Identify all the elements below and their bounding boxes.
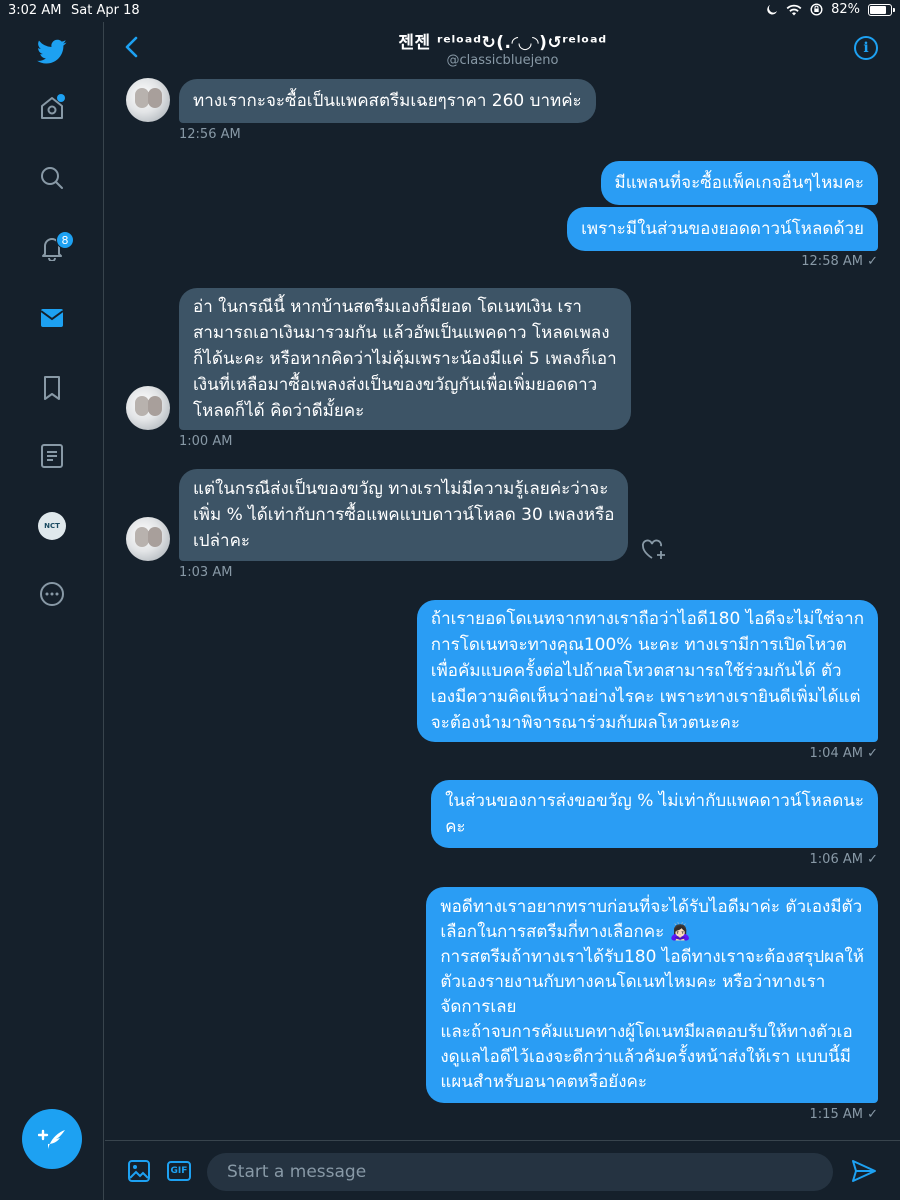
image-icon[interactable]: [127, 1159, 151, 1183]
message-bubble-outgoing[interactable]: ถ้าเรายอดโดเนทจากทางเราถือว่าไอดี180 ไอด…: [416, 600, 878, 742]
message-line: และถ้าจบการคัมแบคทางผู้โดเนทมีผลตอบรับให…: [440, 1022, 853, 1042]
message-line: เงินที่เหลือมาซื้อเพลงส่งเป็นของขวัญกันเ…: [193, 375, 598, 395]
message-bubble-incoming[interactable]: ทางเรากะจะซื้อเป็นแพคสตรีมเฉยๆราคา 260 บ…: [179, 79, 596, 123]
info-icon[interactable]: i: [854, 36, 878, 60]
message-line: การโดเนทจะทางคุณ100% นะคะ ทางเรามีการเปิ…: [430, 635, 847, 655]
battery-icon: [868, 3, 895, 16]
message-line: เพิ่ม % ได้เท่ากับการซื้อแพคแบบดาวน์โหลด…: [193, 505, 615, 525]
list-icon: [41, 444, 63, 468]
message-line: การสตรีมถ้าทางเราได้รับ180 ไอดีทางเราจะต…: [440, 947, 864, 967]
conversation-title: 젠젠 ʳᵉˡᵒᵃᵈ↻(.◜◡◝)↺ʳᵉˡᵒᵃᵈ: [398, 33, 607, 53]
battery-fill: [870, 5, 886, 14]
bookmark-icon: [44, 376, 60, 400]
send-icon[interactable]: [851, 1159, 877, 1183]
message-bubble-incoming[interactable]: อ่า ในกรณีนี้ หากบ้านสตรีมเองก็มียอด โดเ…: [179, 288, 631, 430]
message-line: จะต้องนำมาพิจารณาร่วมกับผลโหวตนะคะ: [430, 713, 741, 733]
rotation-lock-icon: [810, 3, 823, 16]
status-bar: 3:02 AM Sat Apr 18 82%: [0, 0, 900, 22]
message-line: งดูแลไอดีไว้เองจะดีกว่าแล้วคัมครั้งหน้าส…: [440, 1047, 851, 1067]
message-bubble-outgoing[interactable]: พอดีทางเราอยากทราบก่อนที่จะได้รับไอดีมาค…: [426, 887, 878, 1103]
battery-percent: 82%: [831, 2, 860, 17]
message-line: จัดการเลย: [440, 997, 517, 1017]
message-composer: GIF: [105, 1140, 900, 1200]
sender-avatar[interactable]: [126, 517, 170, 561]
search-icon: [41, 167, 63, 189]
sender-avatar[interactable]: [126, 78, 170, 122]
message-bubble-outgoing[interactable]: เพราะมีในส่วนของยอดดาวน์โหลดด้วย: [567, 207, 878, 251]
message-line: ก็ได้นะคะ หรือหากคิดว่าไม่คุ้มเพราะน้องม…: [193, 349, 617, 369]
message-line: อ่า ในกรณีนี้ หากบ้านสตรีมเองก็มียอด โดเ…: [193, 297, 582, 317]
message-timestamp: 12:58 AM ✓: [801, 254, 878, 269]
wifi-icon: [786, 4, 802, 15]
sidebar-item-more[interactable]: [36, 578, 68, 610]
message-line: ทางเรากะจะซื้อเป็นแพคสตรีมเฉยๆราคา 260 บ…: [193, 90, 582, 111]
message-timestamp: 1:03 AM: [179, 565, 233, 580]
message-timestamp: 12:56 AM: [179, 127, 241, 142]
status-right: 82%: [766, 2, 895, 17]
message-line: โหลดก็ได้ คิดว่าดีมั้ยคะ: [193, 401, 365, 421]
status-time: 3:02 AM: [8, 3, 62, 18]
message-line: แต่ในกรณีส่งเป็นของขวัญ ทางเราไม่มีความร…: [193, 479, 609, 499]
message-line: มีแพลนที่จะซื้อแพ็คเกจอื่นๆไหมคะ: [614, 172, 864, 193]
sidebar-item-profile-avatar[interactable]: NCT: [38, 512, 66, 540]
conversation-header: 젠젠 ʳᵉˡᵒᵃᵈ↻(.◜◡◝)↺ʳᵉˡᵒᵃᵈ @classicbluejeno…: [105, 22, 900, 74]
mail-icon: [40, 309, 64, 327]
add-reaction-icon[interactable]: [641, 538, 667, 560]
message-line: สามารถเอาเงินมารวมกัน แล้วอัพเป็นแพคดาว …: [193, 323, 610, 343]
message-line: ตัวเองรายงานกับทางคนโดเนทไหมคะ หรือว่าทา…: [440, 972, 826, 992]
message-line: เพื่อคัมแบคครั้งต่อไปถ้าผลโหวตสามารถใช้ร…: [430, 661, 842, 681]
message-timestamp: 1:00 AM: [179, 434, 233, 449]
more-icon: [40, 582, 64, 606]
conversation-handle: @classicbluejeno: [446, 53, 559, 68]
message-line: ถ้าเรายอดโดเนทจากทางเราถือว่าไอดี180 ไอด…: [430, 609, 864, 629]
moon-icon: [767, 4, 778, 14]
message-line: พอดีทางเราอยากทราบก่อนที่จะได้รับไอดีมาค…: [440, 897, 863, 917]
message-line: แผนสำหรับอนาคตหรือยังคะ: [440, 1072, 648, 1092]
sidebar-item-lists[interactable]: [36, 440, 68, 472]
message-line: เลือกในการสตรีมกี่ทางเลือกคะ 🙇🏻‍♀️: [440, 922, 691, 942]
message-timestamp: 1:15 AM ✓: [809, 1107, 878, 1122]
status-date: Sat Apr 18: [71, 3, 140, 18]
sidebar-item-explore[interactable]: [36, 162, 68, 194]
sender-avatar[interactable]: [126, 386, 170, 430]
message-line: เปล่าคะ: [193, 531, 251, 551]
sidebar-item-bookmarks[interactable]: [36, 372, 68, 404]
home-badge-dot: [57, 94, 65, 102]
notifications-badge: 8: [56, 231, 74, 249]
message-line: เองมีความคิดเห็นว่าอย่างไรคะ เพราะทางเรา…: [430, 687, 861, 707]
message-bubble-outgoing[interactable]: ในส่วนของการส่งขอขวัญ % ไม่เท่ากับแพคดาว…: [431, 780, 878, 848]
compose-button[interactable]: [22, 1109, 82, 1169]
message-bubble-outgoing[interactable]: มีแพลนที่จะซื้อแพ็คเกจอื่นๆไหมคะ: [600, 161, 878, 205]
twitter-logo-icon[interactable]: [36, 36, 68, 68]
compose-plus-feather-icon: [38, 1129, 65, 1149]
sidebar-item-messages[interactable]: [36, 302, 68, 334]
sidebar: 8 NCT: [0, 22, 104, 1200]
message-timestamp: 1:06 AM ✓: [809, 852, 878, 867]
message-timestamp: 1:04 AM ✓: [809, 746, 878, 761]
message-line: คะ: [445, 817, 466, 837]
message-line: เพราะมีในส่วนของยอดดาวน์โหลดด้วย: [581, 218, 864, 239]
gif-button[interactable]: GIF: [167, 1161, 191, 1181]
message-bubble-incoming[interactable]: แต่ในกรณีส่งเป็นของขวัญ ทางเราไม่มีความร…: [179, 469, 629, 561]
message-input[interactable]: [207, 1153, 833, 1191]
message-line: ในส่วนของการส่งขอขวัญ % ไม่เท่ากับแพคดาว…: [445, 791, 864, 811]
